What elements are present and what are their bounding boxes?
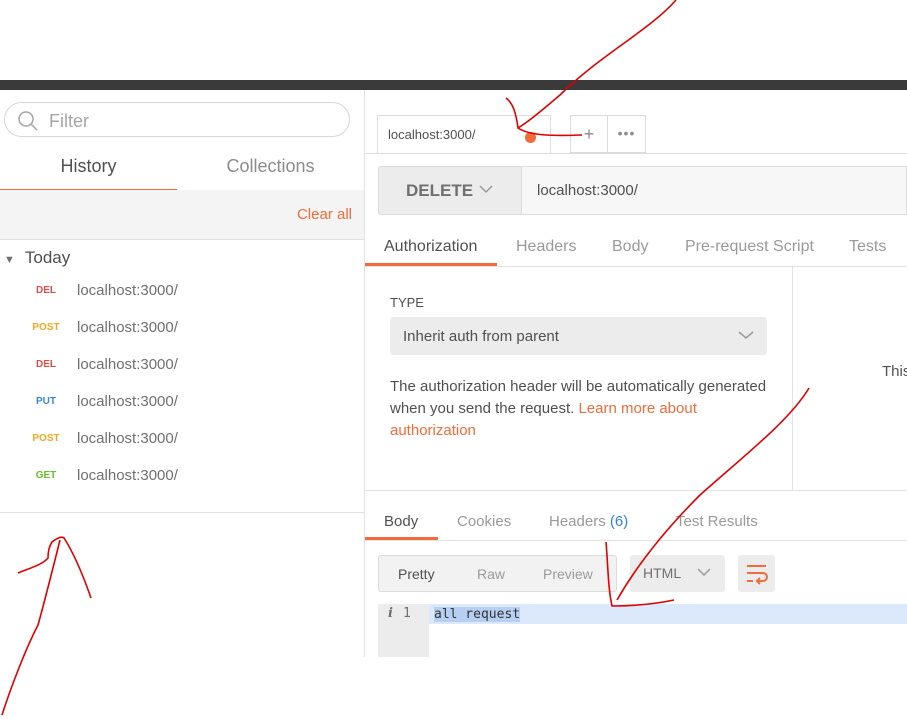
history-url: localhost:3000/ — [77, 467, 178, 484]
type-label: TYPE — [390, 295, 424, 310]
tab-response-headers-label: Headers — [549, 513, 606, 530]
wrap-lines-button[interactable] — [738, 555, 775, 592]
tab-authorization[interactable]: Authorization — [384, 238, 477, 256]
divider — [365, 153, 907, 154]
new-tab-button[interactable]: + — [570, 115, 608, 153]
more-tabs-button[interactable]: ••• — [608, 115, 646, 153]
divider — [365, 490, 907, 491]
history-item[interactable]: POST localhost:3000/ — [0, 424, 364, 461]
search-icon — [18, 111, 38, 131]
info-icon: i — [388, 606, 393, 621]
tab-cookies[interactable]: Cookies — [457, 513, 511, 530]
method-badge: PUT — [36, 396, 56, 407]
sidebar: Filter History Collections Clear all ▼ To… — [0, 90, 365, 657]
url-value: localhost:3000/ — [537, 182, 638, 199]
history-item[interactable]: GET localhost:3000/ — [0, 461, 364, 498]
divider — [0, 512, 364, 513]
editor-gutter: i 1 — [378, 604, 429, 657]
line-number: 1 — [403, 606, 411, 621]
history-item[interactable]: POST localhost:3000/ — [0, 313, 364, 350]
unsaved-dot-icon — [525, 132, 536, 143]
auth-type-select[interactable]: Inherit auth from parent — [390, 317, 767, 355]
response-body-text: all request — [434, 607, 521, 622]
history-url: localhost:3000/ — [77, 430, 178, 447]
method-badge: POST — [32, 322, 60, 333]
request-tab-title: localhost:3000/ — [388, 127, 476, 142]
history-group-today[interactable]: ▼ Today — [4, 248, 70, 268]
method-value: DELETE — [406, 181, 474, 200]
history-toolbar: Clear all — [0, 190, 364, 240]
request-tab[interactable]: localhost:3000/ — [377, 115, 551, 153]
language-select[interactable]: HTML — [630, 555, 725, 592]
format-toggle-group: Pretty Raw Preview — [378, 555, 617, 592]
caret-down-icon: ▼ — [4, 254, 15, 266]
language-value: HTML — [643, 565, 682, 581]
history-url: localhost:3000/ — [77, 356, 178, 373]
divider — [792, 267, 793, 490]
main-panel: localhost:3000/ + ••• DELETE localhost:3… — [365, 90, 907, 657]
window-top-bar — [0, 80, 907, 90]
group-label: Today — [24, 248, 71, 267]
clear-all-link[interactable]: Clear all — [297, 206, 352, 223]
headers-count: (6) — [609, 513, 629, 530]
format-pretty-button[interactable]: Pretty — [398, 566, 435, 582]
history-url: localhost:3000/ — [77, 282, 178, 299]
auth-side-text: This — [882, 363, 907, 380]
tab-history[interactable]: History — [0, 156, 177, 192]
tab-headers[interactable]: Headers — [516, 238, 576, 256]
tab-body[interactable]: Body — [612, 238, 648, 256]
chevron-down-icon — [697, 564, 711, 580]
method-badge: GET — [35, 470, 57, 481]
filter-input[interactable]: Filter — [4, 102, 350, 137]
tab-pre-request-script[interactable]: Pre-request Script — [685, 238, 814, 256]
tab-response-headers[interactable]: Headers (6) — [549, 513, 628, 530]
history-url: localhost:3000/ — [77, 319, 178, 336]
method-badge: DEL — [36, 359, 56, 370]
format-raw-button[interactable]: Raw — [477, 566, 505, 582]
auth-description: The authorization header will be automat… — [390, 376, 770, 442]
response-editor[interactable]: i 1 all request — [378, 604, 907, 657]
history-item[interactable]: PUT localhost:3000/ — [0, 387, 364, 424]
tab-tests[interactable]: Tests — [849, 238, 886, 256]
method-badge: DEL — [36, 285, 56, 296]
format-preview-button[interactable]: Preview — [543, 566, 593, 582]
url-input[interactable]: localhost:3000/ — [522, 166, 907, 215]
history-item[interactable]: DEL localhost:3000/ — [0, 276, 364, 313]
method-badge: POST — [32, 433, 60, 444]
tab-collections[interactable]: Collections — [177, 156, 364, 192]
chevron-down-icon — [738, 327, 754, 343]
tab-test-results[interactable]: Test Results — [676, 513, 758, 530]
chevron-down-icon — [479, 181, 493, 197]
history-item[interactable]: DEL localhost:3000/ — [0, 350, 364, 387]
filter-placeholder: Filter — [49, 111, 89, 131]
history-url: localhost:3000/ — [77, 393, 178, 410]
tab-response-body[interactable]: Body — [384, 513, 418, 530]
wrap-lines-icon — [747, 565, 768, 585]
divider — [365, 540, 907, 541]
divider — [365, 266, 907, 267]
method-select[interactable]: DELETE — [378, 166, 522, 215]
auth-type-value: Inherit auth from parent — [403, 328, 559, 345]
